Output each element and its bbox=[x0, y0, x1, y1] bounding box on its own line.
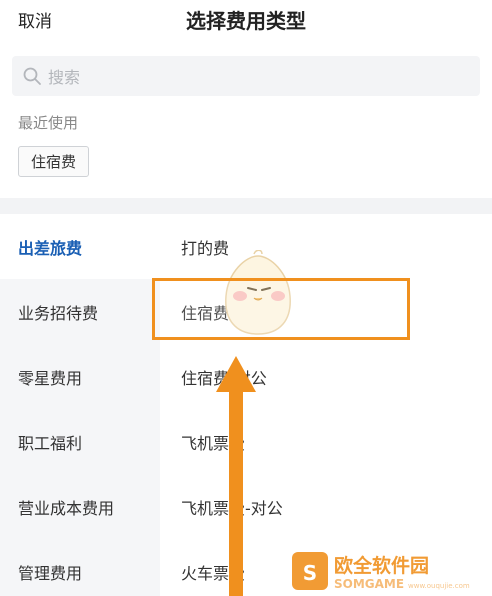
sidebar-item-travel[interactable]: 出差旅费 bbox=[0, 214, 160, 279]
arrow-up-icon bbox=[216, 356, 256, 596]
sidebar-item-welfare[interactable]: 职工福利 bbox=[0, 409, 160, 474]
watermark-url: www.ouqujie.com bbox=[408, 582, 470, 590]
search-input[interactable]: 搜索 bbox=[12, 56, 480, 96]
watermark-text: 欧全软件园 bbox=[334, 554, 429, 577]
sidebar-item-management[interactable]: 管理费用 bbox=[0, 539, 160, 596]
svg-text:S: S bbox=[303, 561, 317, 585]
sidebar-item-operating-cost[interactable]: 营业成本费用 bbox=[0, 474, 160, 539]
recent-section-label: 最近使用 bbox=[18, 114, 79, 132]
recent-tag[interactable]: 住宿费 bbox=[18, 146, 89, 177]
list-item[interactable]: 住宿费 bbox=[160, 279, 492, 344]
list-item[interactable]: 飞机票费 bbox=[160, 409, 492, 474]
search-placeholder: 搜索 bbox=[48, 68, 81, 87]
page-title: 选择费用类型 bbox=[186, 9, 306, 33]
list-item[interactable]: 飞机票费-对公 bbox=[160, 474, 492, 539]
expense-type-list: 打的费 住宿费 住宿费-对公 飞机票费 飞机票费-对公 火车票费 bbox=[160, 214, 492, 596]
header-bar: 取消 选择费用类型 bbox=[0, 0, 492, 44]
watermark-logo-icon: S 欧全软件园 SOMGAME www.ouqujie.com bbox=[292, 552, 470, 591]
list-item[interactable]: 打的费 bbox=[160, 214, 492, 279]
category-sidebar: 出差旅费 业务招待费 零星费用 职工福利 营业成本费用 管理费用 bbox=[0, 214, 160, 596]
sidebar-item-misc[interactable]: 零星费用 bbox=[0, 344, 160, 409]
section-divider bbox=[0, 198, 492, 214]
list-item[interactable]: 住宿费-对公 bbox=[160, 344, 492, 409]
watermark-subtext: SOMGAME bbox=[334, 577, 404, 591]
search-icon bbox=[23, 67, 41, 85]
sidebar-item-entertainment[interactable]: 业务招待费 bbox=[0, 279, 160, 344]
chick-mascot-icon bbox=[225, 250, 291, 335]
